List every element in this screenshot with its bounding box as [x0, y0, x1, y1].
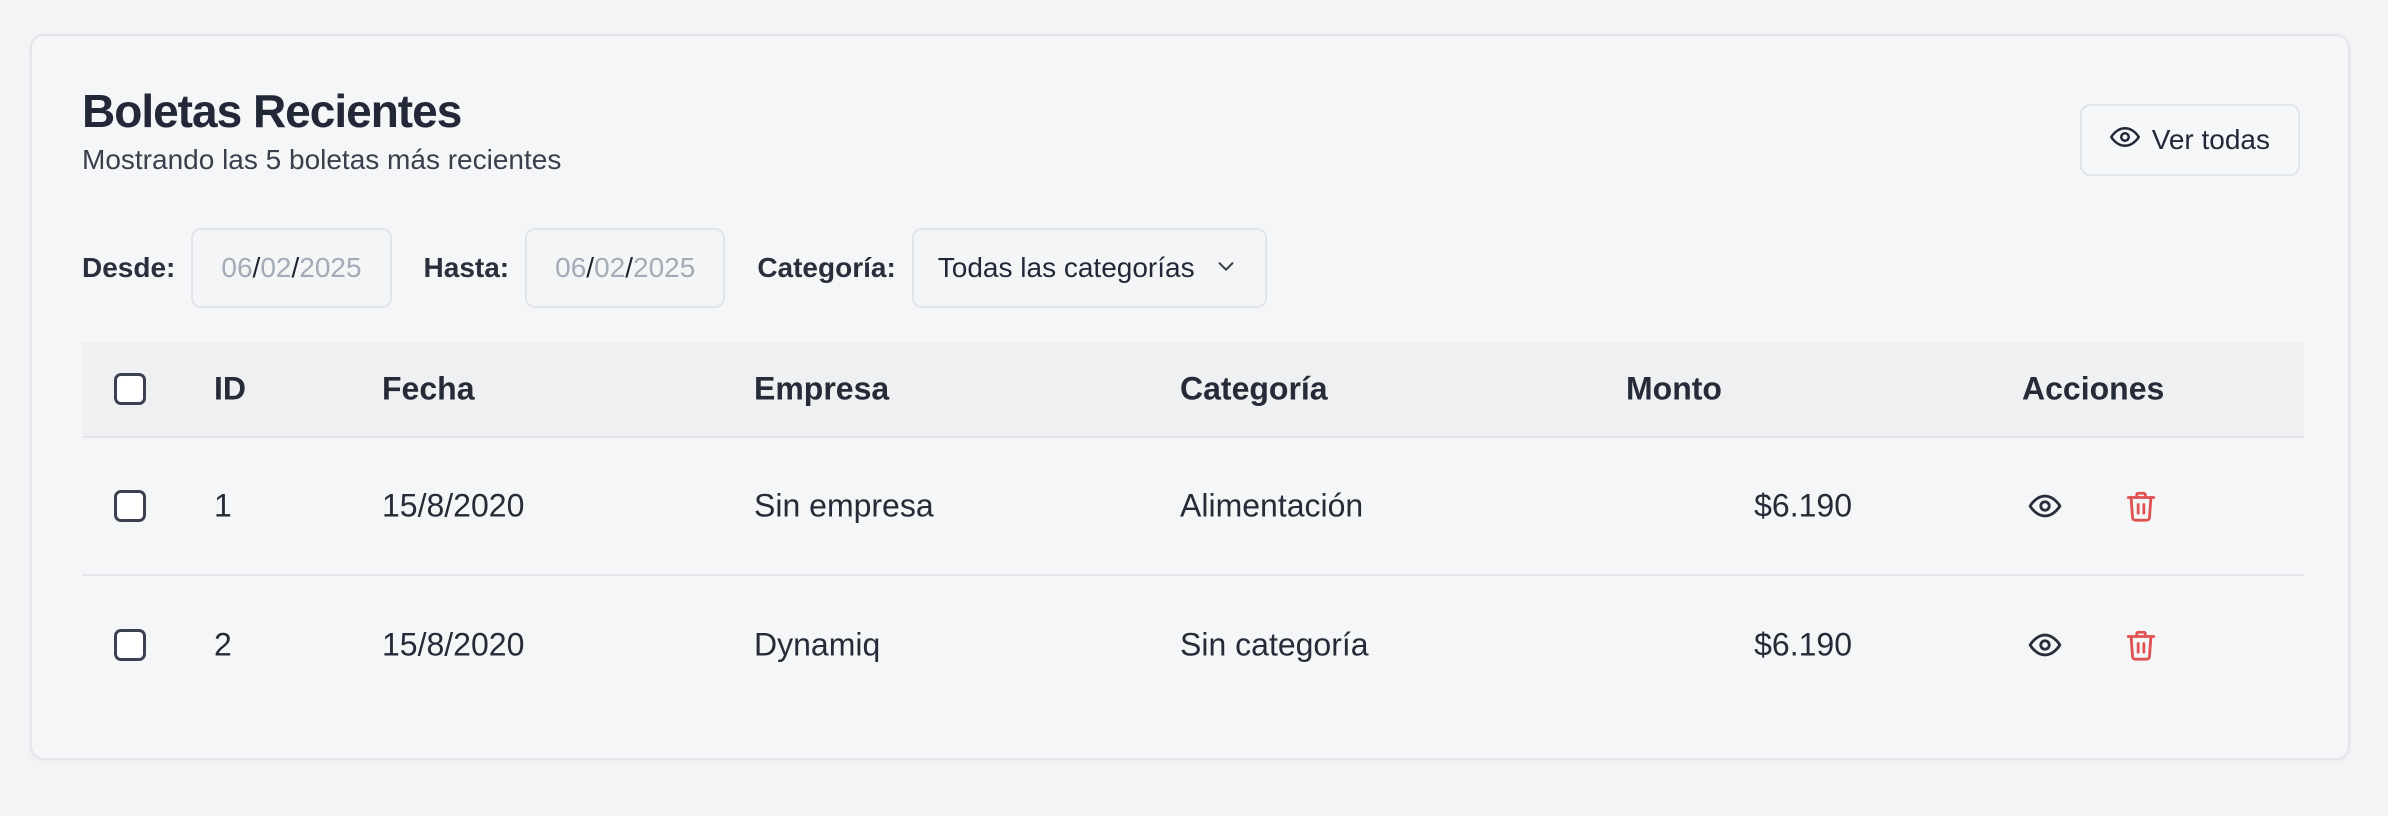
table-header: ID Fecha Empresa Categoría Monto Accione… [82, 342, 2304, 438]
view-all-label: Ver todas [2151, 124, 2270, 155]
to-label: Hasta: [423, 252, 510, 283]
delete-trash-icon[interactable] [2124, 489, 2158, 523]
row-monto: $6.190 [1754, 626, 1852, 663]
row-categoria: Alimentación [1180, 487, 1364, 524]
column-header-empresa: Empresa [754, 370, 890, 407]
row-monto: $6.190 [1754, 487, 1852, 524]
to-date-day: 06 [555, 252, 587, 283]
to-date-month: 02 [594, 252, 626, 283]
row-checkbox[interactable] [114, 490, 146, 522]
view-eye-icon[interactable] [2028, 489, 2062, 523]
row-empresa: Sin empresa [754, 487, 934, 524]
date-separator: / [291, 252, 300, 283]
from-date-input[interactable]: 06/02/2025 [191, 228, 392, 308]
page-subtitle: Mostrando las 5 boletas más recientes [82, 144, 562, 175]
select-all-checkbox[interactable] [114, 373, 146, 405]
from-label: Desde: [82, 252, 176, 283]
column-header-categoria: Categoría [1180, 370, 1328, 407]
row-fecha: 15/8/2020 [382, 487, 525, 524]
category-select[interactable]: Todas las categorías [911, 228, 1267, 308]
view-all-button[interactable]: Ver todas [2079, 104, 2300, 176]
row-id: 2 [214, 626, 232, 663]
category-label: Categoría: [757, 252, 896, 283]
from-date-month: 02 [260, 252, 292, 283]
table-row: 2 15/8/2020 Dynamiq Sin categoría $6.190 [82, 576, 2304, 714]
row-id: 1 [214, 487, 232, 524]
column-header-monto: Monto [1626, 370, 1722, 407]
row-fecha: 15/8/2020 [382, 626, 525, 663]
view-eye-icon[interactable] [2028, 628, 2062, 662]
row-empresa: Dynamiq [754, 626, 881, 663]
from-date-day: 06 [221, 252, 253, 283]
date-separator: / [252, 252, 261, 283]
to-date-year: 2025 [633, 252, 696, 283]
filters-bar: Desde: 06/02/2025 Hasta: 06/02/2025 Cate… [82, 228, 1267, 308]
recent-receipts-card: Boletas Recientes Mostrando las 5 boleta… [30, 34, 2350, 760]
table-row: 1 15/8/2020 Sin empresa Alimentación $6.… [82, 438, 2304, 576]
row-categoria: Sin categoría [1180, 626, 1369, 663]
column-header-id: ID [214, 370, 246, 407]
category-selected-value: Todas las categorías [937, 252, 1195, 283]
column-header-acciones: Acciones [2022, 370, 2165, 407]
row-checkbox[interactable] [114, 629, 146, 661]
eye-icon [2109, 122, 2140, 159]
date-separator: / [625, 252, 634, 283]
receipts-table: ID Fecha Empresa Categoría Monto Accione… [82, 342, 2304, 714]
page-title: Boletas Recientes [82, 85, 462, 137]
delete-trash-icon[interactable] [2124, 628, 2158, 662]
from-date-year: 2025 [299, 252, 362, 283]
column-header-fecha: Fecha [382, 370, 475, 407]
date-separator: / [586, 252, 595, 283]
chevron-down-icon [1215, 252, 1237, 284]
to-date-input[interactable]: 06/02/2025 [525, 228, 726, 308]
